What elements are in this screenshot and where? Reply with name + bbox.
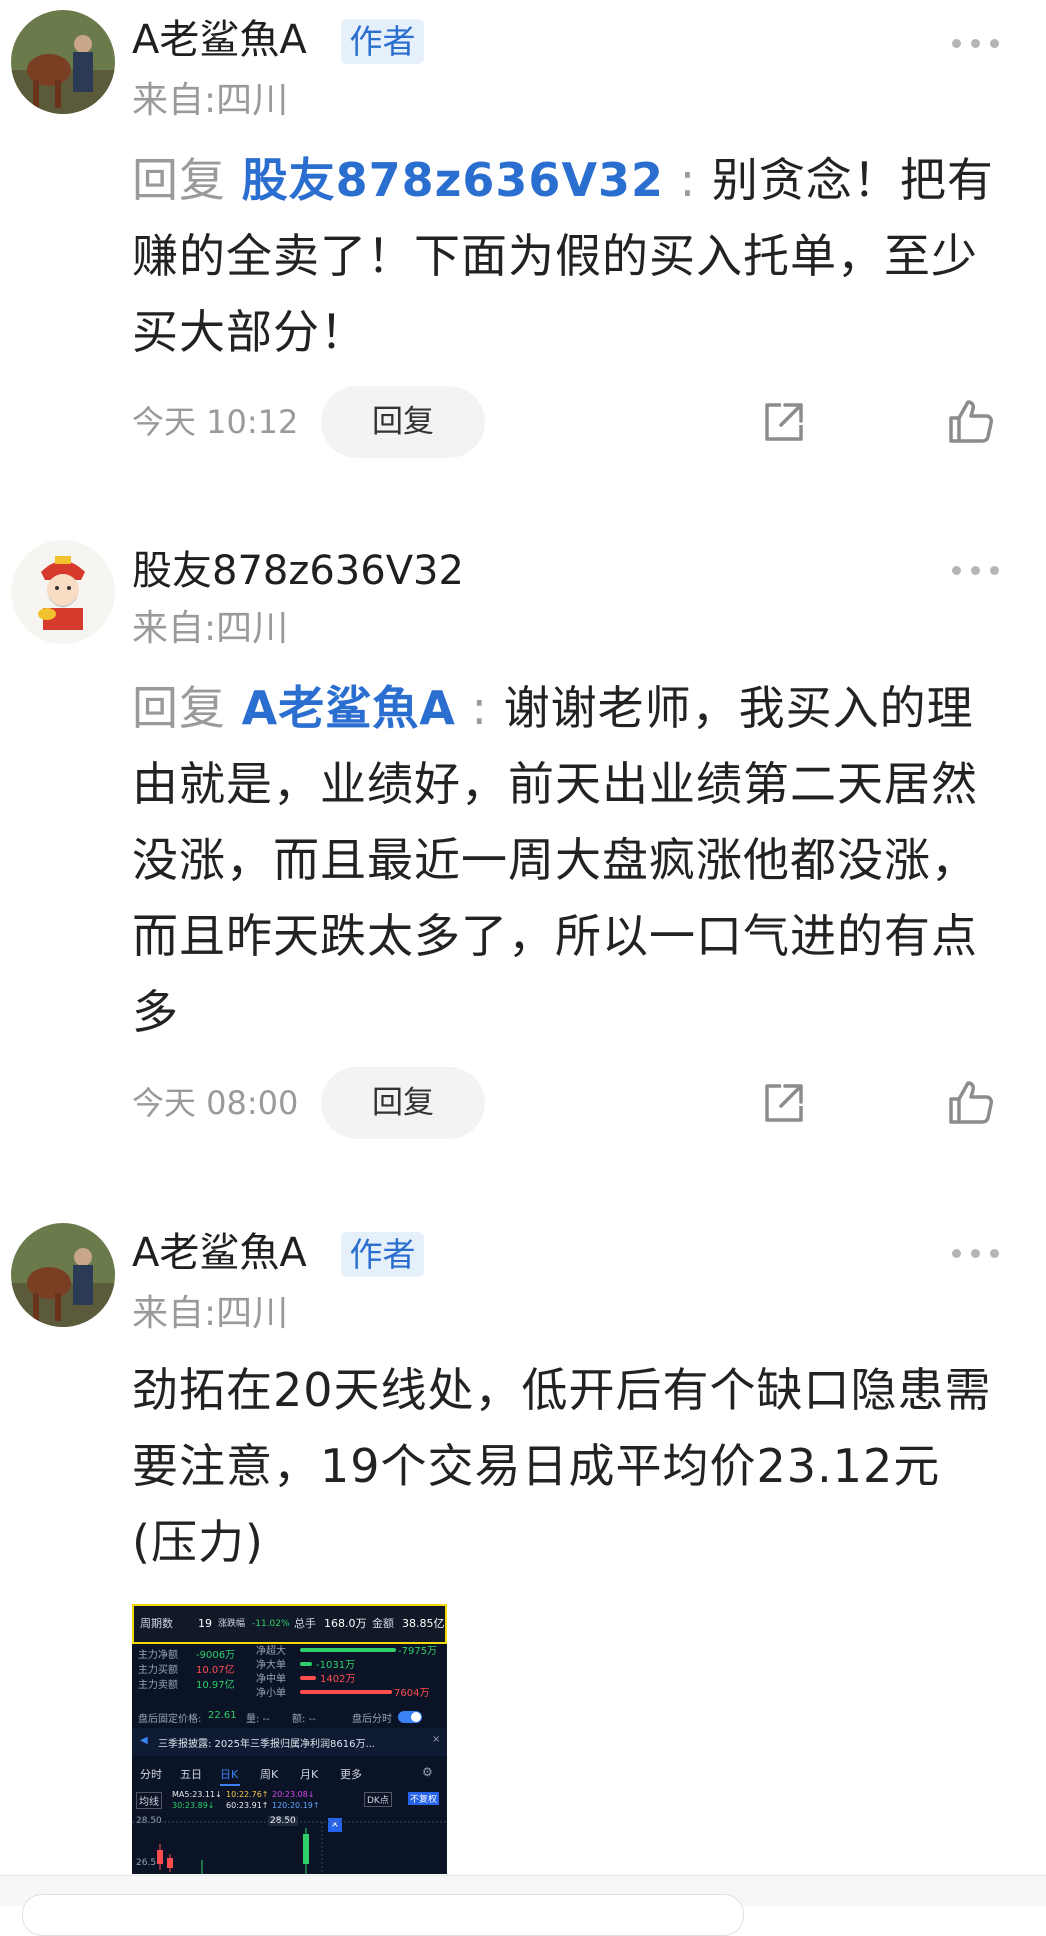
after-hours-label: 盘后固定价格: [138,1714,202,1725]
flow-sub-label: 净小单 [256,1688,286,1699]
avatar[interactable] [11,10,115,114]
candlestick-icon [132,1821,447,1874]
flow-label: 主力买额 [138,1665,178,1676]
kline-chart-area[interactable]: 28.50 26.5 28.50 × [132,1814,447,1874]
avatar-photo-icon [11,10,115,114]
flow-sub-value: 7604万 [394,1688,430,1699]
ma-selector[interactable]: 均线 [136,1792,162,1809]
tab-daily-k[interactable]: 日K [220,1766,238,1782]
reply-prefix: 回复 [132,681,226,735]
after-hours-toggle-label: 盘后分时 [352,1714,392,1725]
more-options-icon[interactable] [952,1246,1000,1260]
flow-bar [300,1662,312,1666]
flow-value: 10.07亿 [196,1665,235,1676]
comment-text: 回复 股友878z636V32 : 别贪念！把有赚的全卖了！下面为假的买入托单，… [132,142,1002,370]
username[interactable]: A老鲨魚A [132,16,307,64]
ma-value: 60:23.91↑ [226,1801,269,1810]
avatar-photo-icon [11,1223,115,1327]
author-badge: 作者 [341,19,424,64]
ma-value: 20:23.08↓ [272,1790,315,1799]
location-label: 来自:四川 [132,80,289,121]
tab-weekly-k[interactable]: 周K [260,1766,278,1782]
after-hours-volume: 量: -- [246,1714,270,1725]
ma-value: 120:20.19↑ [272,1801,320,1810]
settings-gear-icon[interactable]: ⚙ [422,1765,433,1779]
flow-sub-value: 1402万 [320,1674,356,1685]
amount-label: 金额 [372,1617,394,1630]
flow-sub-label: 净中单 [256,1674,286,1685]
close-icon[interactable]: × [432,1734,440,1745]
flow-bar [300,1676,316,1680]
chart-tabs: 分时 五日 日K 周K 月K 更多 ⚙ [132,1760,447,1788]
flow-value: -9006万 [196,1650,236,1661]
flow-value: 10.97亿 [196,1680,235,1691]
flow-sub-label: 净大单 [256,1660,286,1671]
tab-monthly-k[interactable]: 月K [300,1766,318,1782]
mention-link[interactable]: A老鲨魚A [242,681,456,735]
tab-intraday[interactable]: 分时 [140,1766,162,1782]
after-hours-toggle[interactable] [398,1711,422,1723]
comment-text: 回复 A老鲨魚A : 谢谢老师，我买入的理由就是，业绩好，前天出业绩第二天居然没… [132,670,1002,1050]
stock-summary-bar: 周期数 19 涨跌幅 -11.02% 总手 168.0万 金额 38.85亿 [132,1604,447,1644]
ma-value: MA5:23.11↓ [172,1790,222,1799]
mention-colon: : [455,681,504,735]
ma-value: 30:23.89↓ [172,1801,215,1810]
mention-link[interactable]: 股友878z636V32 [242,153,664,207]
flow-sub-label: 净超大 [256,1646,286,1657]
comment-input[interactable] [22,1894,744,1936]
flow-label: 主力卖额 [138,1680,178,1691]
tab-indicator [220,1784,240,1786]
after-hours-price: 22.61 [208,1710,237,1721]
volume-label: 总手 [294,1617,316,1630]
after-hours-amount: 额: -- [292,1714,316,1725]
author-badge: 作者 [341,1232,424,1277]
tab-five-day[interactable]: 五日 [180,1766,202,1782]
more-options-icon[interactable] [952,563,1000,577]
flow-bar [300,1648,396,1652]
stock-chart-screenshot[interactable]: 周期数 19 涨跌幅 -11.02% 总手 168.0万 金额 38.85亿 主… [132,1604,447,1874]
comment-text: 劲拓在20天线处，低开后有个缺口隐患需要注意，19个交易日成平均价23.12元(… [132,1363,992,1569]
notice-bar[interactable]: ◀ 三季报披露: 2025年三季报归属净利润8616万... × [132,1728,447,1756]
notice-text: 三季报披露: 2025年三季报归属净利润8616万... [158,1739,375,1750]
thumbs-up-icon[interactable] [946,396,996,446]
reply-button[interactable]: 回复 [321,1067,485,1139]
period-label: 周期数 [140,1617,173,1630]
share-icon[interactable] [759,397,809,447]
location-label: 来自:四川 [132,608,289,649]
username[interactable]: 股友878z636V32 [132,547,464,595]
tab-more[interactable]: 更多 [340,1766,362,1782]
thumbs-up-icon[interactable] [946,1077,996,1127]
flow-label: 主力净额 [138,1650,178,1661]
avatar[interactable] [11,540,115,644]
adjust-toggle[interactable]: 不复权 [408,1792,440,1805]
reply-prefix: 回复 [132,153,226,207]
more-options-icon[interactable] [952,36,1000,50]
dk-point-toggle[interactable]: DK点 [364,1792,392,1807]
cartoon-avatar-icon [11,540,115,644]
flow-sub-value: -1031万 [316,1660,356,1671]
change-label: 涨跌幅 [218,1619,246,1629]
period-value: 19 [198,1617,212,1630]
ma-value: 10:22.76↑ [226,1790,269,1799]
username[interactable]: A老鲨魚A [132,1229,307,1277]
speaker-icon: ◀ [140,1735,148,1746]
avatar[interactable] [11,1223,115,1327]
flow-bar [300,1690,392,1694]
comment-input-bar [0,1875,1046,1936]
mention-colon: : [664,153,712,207]
timestamp: 今天 08:00 [132,1084,299,1122]
volume-value: 168.0万 [324,1617,367,1630]
location-label: 来自:四川 [132,1293,289,1334]
flow-sub-value: -7975万 [398,1646,438,1657]
amount-value: 38.85亿 [402,1617,445,1630]
share-icon[interactable] [759,1078,809,1128]
timestamp: 今天 10:12 [132,403,299,441]
change-value: -11.02% [252,1619,290,1629]
reply-button[interactable]: 回复 [321,386,485,458]
